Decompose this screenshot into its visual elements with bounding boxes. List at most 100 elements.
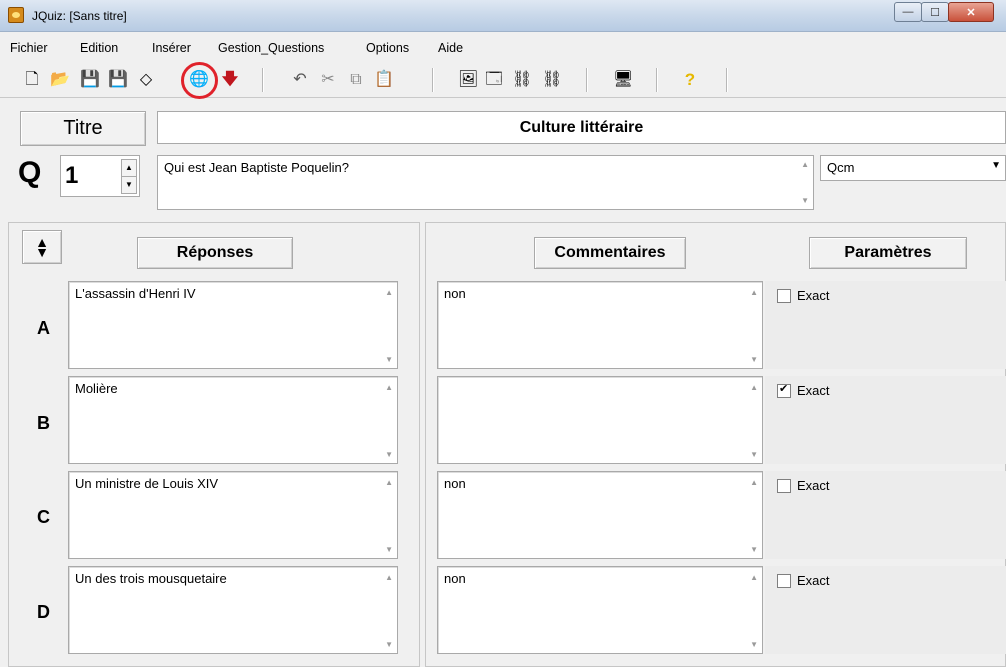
- minimize-button[interactable]: —: [894, 2, 922, 22]
- paste-icon[interactable]: 📋: [374, 70, 394, 90]
- checkbox-icon[interactable]: [777, 573, 791, 588]
- answer-letter-c: C: [37, 507, 50, 527]
- scroll-up-icon[interactable]: ▲: [801, 160, 809, 169]
- scroll-down-icon[interactable]: ▼: [385, 355, 393, 364]
- arrow-down-icon[interactable]: 🡇: [220, 70, 240, 90]
- maximize-button[interactable]: ☐: [921, 2, 949, 22]
- highlight-circle-annotation: [181, 62, 218, 99]
- toolbar-separator: [432, 68, 434, 92]
- exact-checkbox-a[interactable]: Exact: [777, 287, 830, 303]
- answer-letter-a: A: [37, 318, 50, 338]
- quiz-title-field[interactable]: Culture littéraire: [157, 111, 1006, 144]
- answer-field-b[interactable]: Molière ▲ ▼: [68, 376, 398, 464]
- scroll-up-icon[interactable]: ▲: [385, 383, 393, 392]
- toolbar-separator: [586, 68, 588, 92]
- close-button[interactable]: ✕: [948, 2, 994, 22]
- menu-aide[interactable]: Aide: [438, 41, 463, 55]
- exact-label: Exact: [797, 478, 830, 494]
- open-folder-icon[interactable]: 📂: [50, 70, 70, 90]
- exact-checkbox-b[interactable]: Exact: [777, 382, 830, 398]
- save-as-icon[interactable]: 💾: [108, 70, 128, 90]
- answer-text-b: Molière: [75, 381, 118, 396]
- toolbar-separator: [262, 68, 264, 92]
- copy-icon[interactable]: ⧉: [346, 70, 366, 90]
- question-label: Q: [18, 156, 42, 189]
- answer-text-d: Un des trois mousquetaire: [75, 571, 227, 586]
- param-cell-c: Exact: [765, 471, 1006, 559]
- scroll-down-icon[interactable]: ▼: [385, 545, 393, 554]
- comment-field-c[interactable]: non ▲ ▼: [437, 471, 763, 559]
- exact-label: Exact: [797, 288, 830, 304]
- window-title: JQuiz: [Sans titre]: [32, 9, 127, 23]
- network-icon[interactable]: ⛓: [512, 70, 532, 90]
- scroll-down-icon[interactable]: ▼: [385, 450, 393, 459]
- cut-icon[interactable]: ✂: [318, 70, 338, 90]
- scroll-up-icon[interactable]: ▲: [750, 573, 758, 582]
- param-cell-d: Exact: [765, 566, 1006, 654]
- exact-label: Exact: [797, 573, 830, 589]
- answer-text-c: Un ministre de Louis XIV: [75, 476, 219, 491]
- params-header-button[interactable]: Paramètres: [809, 237, 967, 269]
- menu-gestion-questions[interactable]: Gestion_Questions: [218, 41, 324, 55]
- scroll-down-icon[interactable]: ▼: [750, 545, 758, 554]
- help-icon[interactable]: ?: [680, 70, 700, 90]
- menu-inserer[interactable]: Insérer: [152, 41, 191, 55]
- question-type-value: Qcm: [827, 160, 855, 175]
- exact-checkbox-d[interactable]: Exact: [777, 572, 830, 588]
- menu-edition[interactable]: Edition: [80, 41, 118, 55]
- scroll-up-icon[interactable]: ▲: [385, 573, 393, 582]
- preview-icon[interactable]: 🖥: [613, 70, 633, 90]
- comment-field-b[interactable]: ▲ ▼: [437, 376, 763, 464]
- comment-field-d[interactable]: non ▲ ▼: [437, 566, 763, 654]
- answer-letter-d: D: [37, 602, 50, 622]
- scroll-down-icon[interactable]: ▼: [385, 640, 393, 649]
- window-icon[interactable]: 🗔: [484, 70, 504, 90]
- scroll-up-icon[interactable]: ▲: [750, 288, 758, 297]
- title-button[interactable]: Titre: [20, 111, 146, 146]
- scroll-down-icon[interactable]: ▼: [750, 355, 758, 364]
- spin-up-icon[interactable]: ▲: [121, 159, 137, 177]
- scroll-down-icon[interactable]: ▼: [750, 640, 758, 649]
- comment-text-a: non: [444, 286, 466, 301]
- reorder-button[interactable]: ▲ ▼: [22, 230, 62, 264]
- scroll-up-icon[interactable]: ▲: [750, 478, 758, 487]
- checkbox-checked-icon[interactable]: [777, 382, 791, 398]
- eraser-icon[interactable]: ◇: [136, 70, 156, 90]
- arrow-down-icon: ▼: [35, 244, 49, 260]
- chevron-down-icon[interactable]: ▼: [991, 160, 1001, 171]
- question-type-select[interactable]: Qcm ▼: [820, 155, 1006, 181]
- menu-bar: Fichier Edition Insérer Gestion_Question…: [0, 37, 1006, 59]
- answer-field-a[interactable]: L'assassin d'Henri IV ▲ ▼: [68, 281, 398, 369]
- comment-text-c: non: [444, 476, 466, 491]
- undo-icon[interactable]: ↶: [290, 70, 310, 90]
- checkbox-icon[interactable]: [777, 478, 791, 493]
- comments-header-button[interactable]: Commentaires: [534, 237, 686, 269]
- question-number-spinner[interactable]: 1 ▲ ▼: [60, 155, 140, 197]
- menu-fichier[interactable]: Fichier: [10, 41, 48, 55]
- answers-header-button[interactable]: Réponses: [137, 237, 293, 269]
- spin-down-icon[interactable]: ▼: [121, 176, 137, 194]
- image-icon[interactable]: 🖼: [458, 70, 478, 90]
- answer-field-c[interactable]: Un ministre de Louis XIV ▲ ▼: [68, 471, 398, 559]
- scroll-down-icon[interactable]: ▼: [750, 450, 758, 459]
- answer-field-d[interactable]: Un des trois mousquetaire ▲ ▼: [68, 566, 398, 654]
- app-icon: [8, 7, 24, 23]
- menu-options[interactable]: Options: [366, 41, 409, 55]
- network-remove-icon[interactable]: ⛓: [542, 70, 562, 90]
- scroll-up-icon[interactable]: ▲: [385, 478, 393, 487]
- exact-label: Exact: [797, 383, 830, 399]
- scroll-up-icon[interactable]: ▲: [750, 383, 758, 392]
- scroll-down-icon[interactable]: ▼: [801, 196, 809, 205]
- new-file-icon[interactable]: 🗋: [22, 70, 42, 90]
- comment-text-d: non: [444, 571, 466, 586]
- param-cell-a: Exact: [765, 281, 1006, 369]
- checkbox-icon[interactable]: [777, 288, 791, 303]
- save-icon[interactable]: 💾: [80, 70, 100, 90]
- toolbar: 🗋 📂 💾 💾 ◇ 🌐 🡇 ↶ ✂ ⧉ 📋 🖼 🗔 ⛓ ⛓ 🖥 ?: [0, 60, 1006, 98]
- comment-field-a[interactable]: non ▲ ▼: [437, 281, 763, 369]
- answer-letter-b: B: [37, 413, 50, 433]
- question-text-field[interactable]: Qui est Jean Baptiste Poquelin? ▲ ▼: [157, 155, 814, 210]
- exact-checkbox-c[interactable]: Exact: [777, 477, 830, 493]
- scroll-up-icon[interactable]: ▲: [385, 288, 393, 297]
- answer-text-a: L'assassin d'Henri IV: [75, 286, 196, 301]
